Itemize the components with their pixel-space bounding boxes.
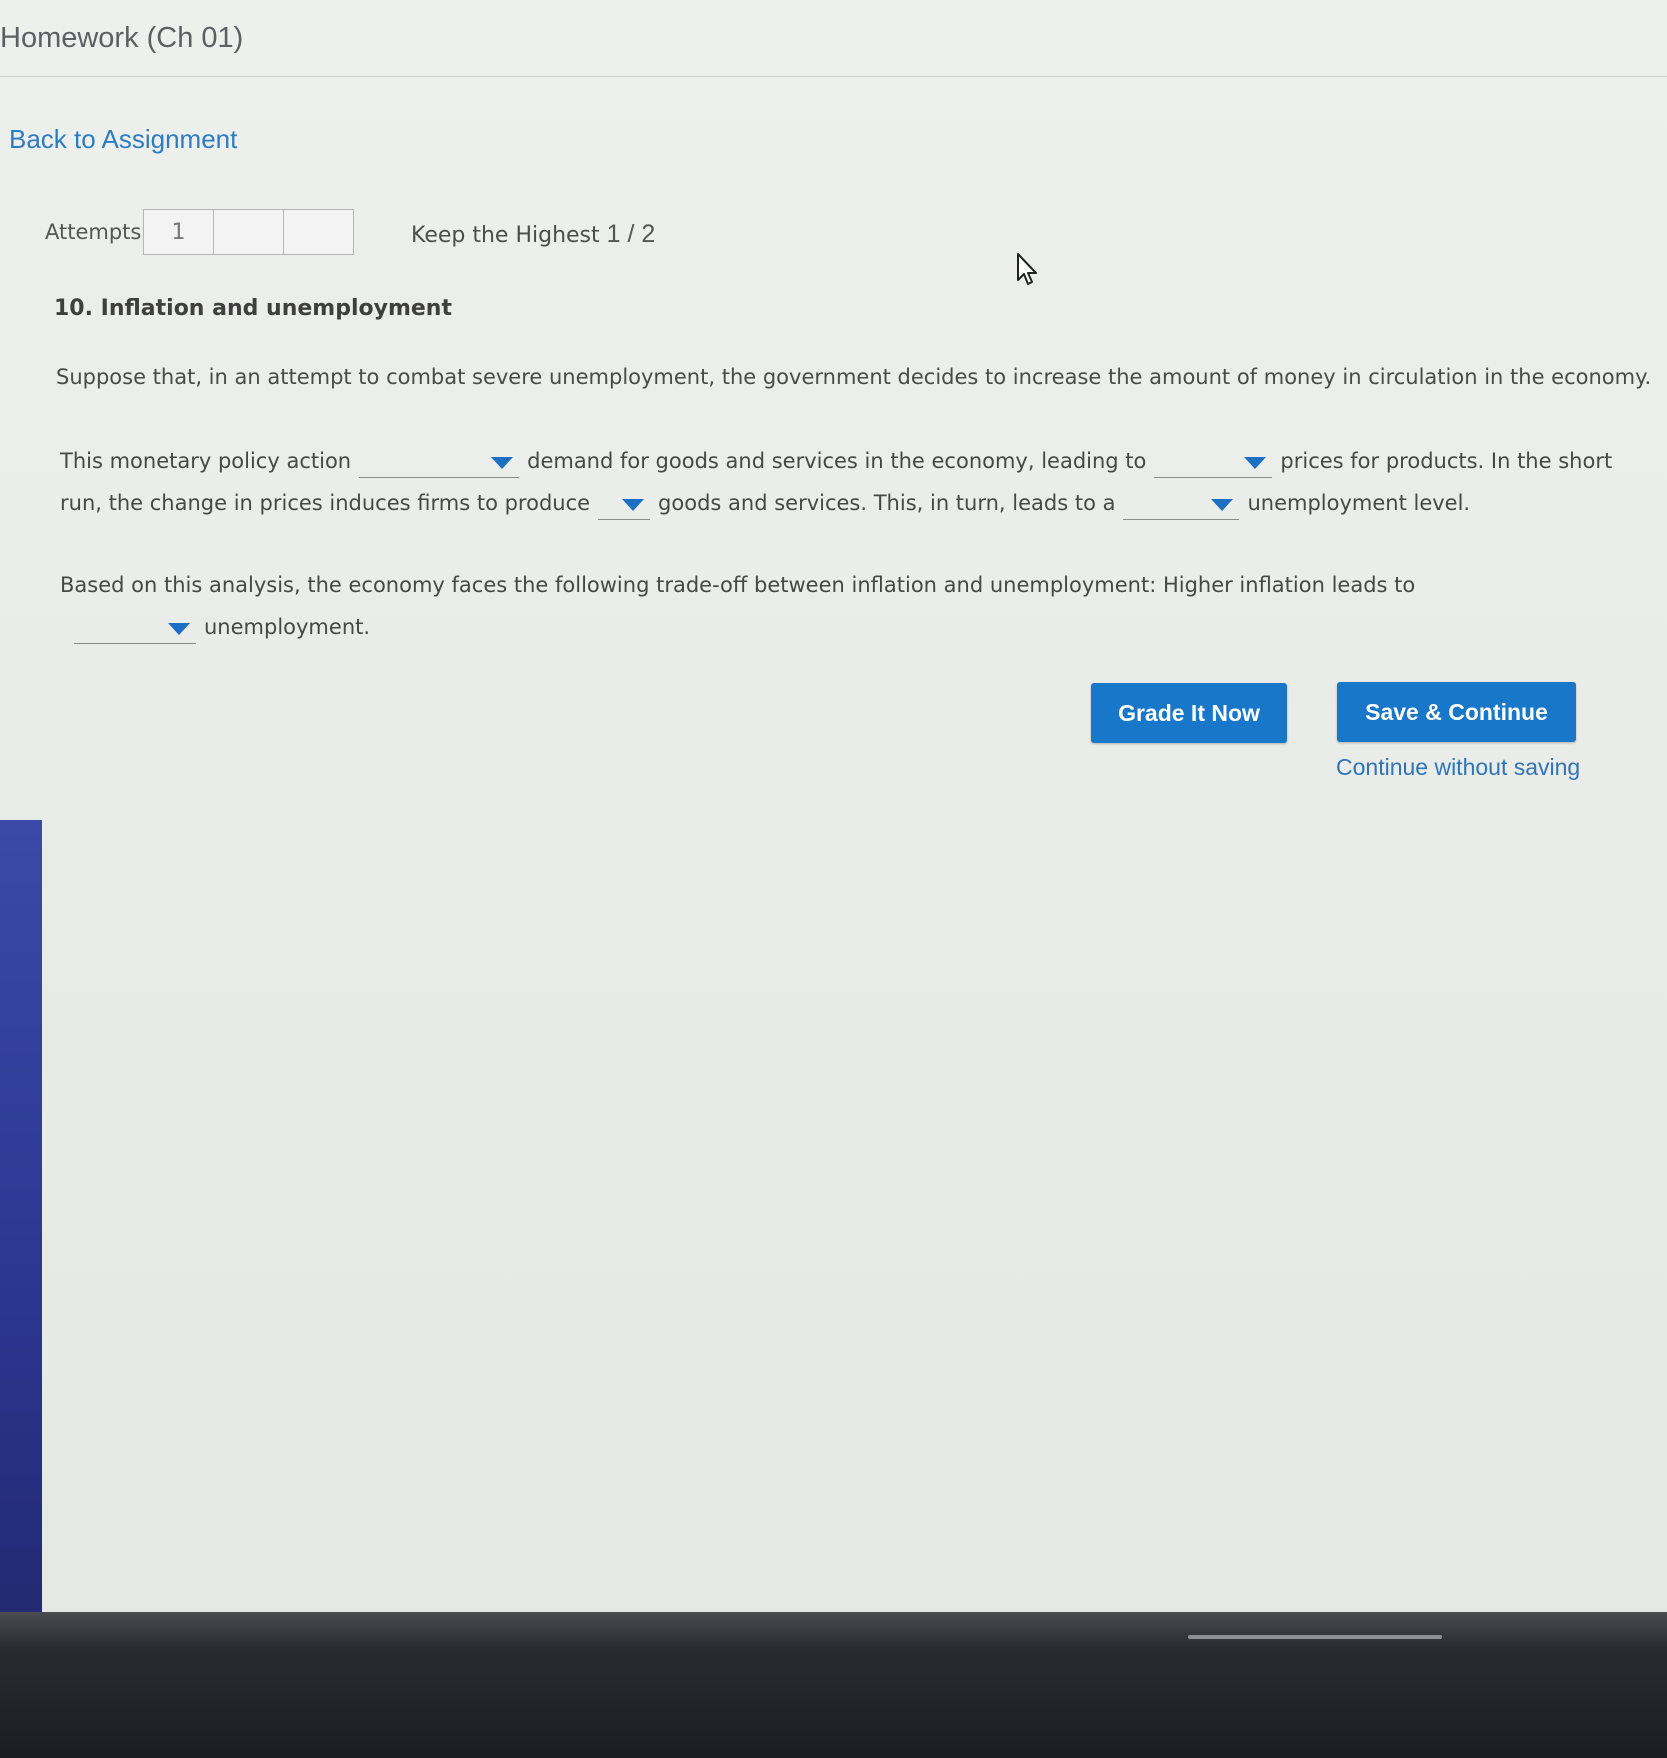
dropdown-arrow-icon bbox=[491, 456, 514, 469]
question-title: 10. Inflation and unemployment bbox=[54, 296, 452, 321]
para1-text-2: demand for goods and services in the eco… bbox=[527, 449, 1147, 473]
attempt-box-2 bbox=[214, 210, 284, 254]
unemployment-level-dropdown[interactable] bbox=[1123, 489, 1240, 520]
mouse-pointer-icon bbox=[1016, 252, 1040, 292]
continue-without-saving-link[interactable]: Continue without saving bbox=[1336, 754, 1580, 781]
dropdown-arrow-icon bbox=[1244, 456, 1267, 469]
attempt-box-3 bbox=[284, 210, 353, 254]
keep-highest-label: Keep the Highest bbox=[411, 223, 600, 248]
attempts-tracker: 1 bbox=[143, 209, 354, 255]
production-direction-dropdown[interactable] bbox=[598, 489, 651, 520]
para1-text-1: This monetary policy action bbox=[60, 449, 352, 473]
question-paragraph-2: Based on this analysis, the economy face… bbox=[60, 564, 1620, 648]
monitor-bezel bbox=[0, 1612, 1667, 1758]
para2-text-2: unemployment. bbox=[204, 615, 371, 639]
question-intro: Suppose that, in an attempt to combat se… bbox=[56, 365, 1652, 389]
attempt-box-1: 1 bbox=[144, 210, 214, 254]
dropdown-arrow-icon bbox=[168, 622, 190, 635]
header-divider bbox=[0, 76, 1667, 77]
save-continue-button[interactable]: Save & Continue bbox=[1337, 682, 1576, 742]
grade-it-now-button[interactable]: Grade It Now bbox=[1091, 683, 1287, 743]
desktop-background-strip bbox=[0, 820, 42, 1620]
page-title: Homework (Ch 01) bbox=[0, 22, 244, 54]
para2-text-1: Based on this analysis, the economy face… bbox=[60, 573, 1416, 597]
attempts-label: Attempts bbox=[45, 220, 142, 244]
para1-text-5: unemployment level. bbox=[1247, 491, 1471, 515]
tradeoff-dropdown[interactable] bbox=[74, 613, 196, 644]
back-to-assignment-link[interactable]: Back to Assignment bbox=[9, 124, 237, 155]
keep-highest-score: Keep the Highest 1 / 2 bbox=[411, 220, 655, 249]
para1-text-4: goods and services. This, in turn, leads… bbox=[658, 491, 1116, 515]
dropdown-arrow-icon bbox=[622, 498, 645, 511]
policy-effect-dropdown[interactable] bbox=[359, 447, 520, 478]
prices-direction-dropdown[interactable] bbox=[1154, 447, 1273, 478]
dropdown-arrow-icon bbox=[1211, 498, 1234, 511]
question-paragraph-1: This monetary policy action demand for go… bbox=[60, 440, 1620, 524]
bezel-highlight bbox=[1188, 1635, 1442, 1639]
score-value: 1 / 2 bbox=[606, 220, 656, 248]
